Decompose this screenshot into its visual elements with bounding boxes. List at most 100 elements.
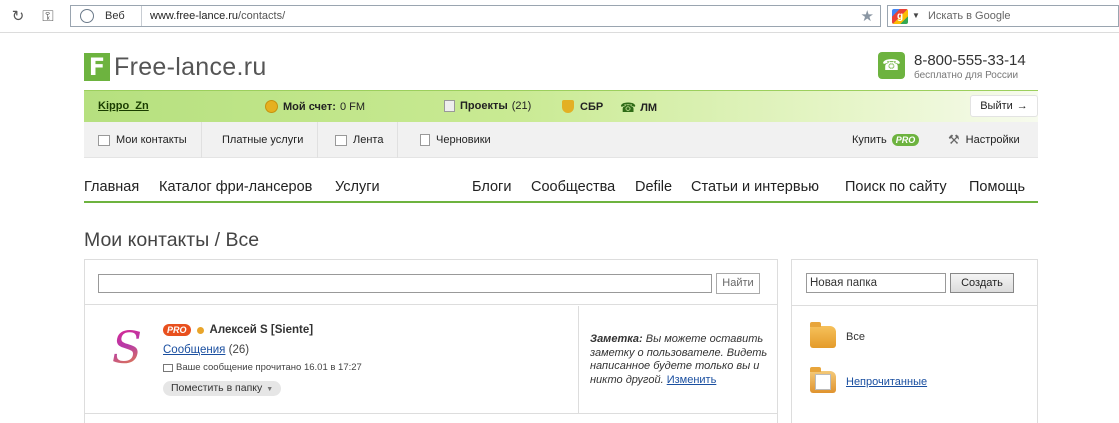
- nav-communities[interactable]: Сообщества: [531, 179, 615, 195]
- user-bar: Kippo_Zn Мой счет: 0 FM Проекты (21) СБР…: [84, 90, 1038, 122]
- url-text[interactable]: www.free-lance.ru/contacts/: [150, 10, 285, 22]
- logo-text: Free-lance.ru: [114, 52, 267, 81]
- shield-icon: [562, 100, 574, 113]
- pro-badge: PRO: [891, 134, 920, 146]
- tab-my-contacts-label: Мои контакты: [116, 134, 187, 146]
- create-folder-button[interactable]: Создать: [950, 273, 1014, 293]
- nav-services[interactable]: Услуги: [335, 179, 380, 195]
- move-to-folder-label: Поместить в папку: [171, 382, 263, 394]
- move-to-folder-dropdown[interactable]: Поместить в папку ▼: [163, 381, 282, 396]
- projects-label: Проекты: [460, 100, 508, 112]
- tab-drafts-label: Черновики: [436, 134, 491, 146]
- address-bar[interactable]: Веб www.free-lance.ru/contacts/ ★: [70, 5, 881, 27]
- lm-link[interactable]: ☎ ЛМ: [620, 100, 661, 116]
- running-man-icon: →: [1016, 100, 1028, 112]
- lm-phone-icon: ☎: [620, 100, 637, 115]
- phone-number: 8-800-555-33-14: [914, 52, 1026, 69]
- projects-link[interactable]: Проекты (21): [444, 100, 531, 112]
- tab-paid-services-label: Платные услуги: [222, 134, 304, 146]
- contact-messages: Сообщения (26): [163, 344, 249, 356]
- key-icon[interactable]: ⚿: [38, 6, 58, 26]
- folder-all-label: Все: [846, 331, 865, 343]
- note-label: Заметка:: [590, 333, 643, 345]
- address-separator: [141, 6, 142, 26]
- contacts-search-input[interactable]: [98, 274, 712, 293]
- tab-paid-services[interactable]: Платные услуги: [208, 122, 319, 158]
- mode-label: Веб: [105, 10, 125, 22]
- buy-pro-link[interactable]: Купить PRO: [838, 122, 933, 158]
- bookmark-star-icon[interactable]: ★: [861, 7, 874, 25]
- reload-icon[interactable]: ↻: [8, 6, 28, 26]
- contact-name[interactable]: Алексей S [Siente]: [210, 324, 314, 336]
- coin-icon: [265, 100, 278, 113]
- tab-drafts[interactable]: Черновики: [406, 122, 505, 158]
- online-status-icon: [196, 326, 204, 334]
- pro-badge: PRO: [163, 324, 191, 336]
- contact-row: S PRO Алексей S [Siente] Сообщения (26) …: [85, 306, 777, 414]
- nav-site-search[interactable]: Поиск по сайту: [845, 179, 947, 195]
- nav-blogs[interactable]: Блоги: [472, 179, 511, 195]
- avatar[interactable]: S: [107, 324, 147, 374]
- buy-label: Купить: [852, 134, 887, 146]
- page-title: Мои контакты / Все: [84, 229, 260, 251]
- logout-label: Выйти: [980, 100, 1013, 112]
- nav-help[interactable]: Помощь: [969, 179, 1025, 195]
- user-toolbar: Мои контакты Платные услуги Лента Чернов…: [84, 122, 1038, 158]
- find-button[interactable]: Найти: [716, 273, 760, 294]
- read-status-text: Ваше сообщение прочитано 16.01 в 17:27: [176, 362, 362, 373]
- sbr-label: СБР: [580, 100, 604, 113]
- folder-unread[interactable]: Непрочитанные: [810, 367, 928, 393]
- new-folder-input[interactable]: Новая папка: [806, 273, 946, 293]
- logout-button[interactable]: Выйти →: [970, 95, 1038, 117]
- account-label: Мой счет:: [283, 100, 336, 113]
- projects-icon: [444, 100, 455, 112]
- lm-label: ЛМ: [640, 102, 658, 114]
- chevron-down-icon: ▼: [266, 386, 274, 393]
- url-path: /contacts/: [238, 10, 286, 22]
- folder-document-icon: [810, 367, 836, 393]
- globe-icon: [80, 9, 94, 23]
- nav-defile[interactable]: Defile: [635, 179, 672, 195]
- support-phone: ☎ 8-800-555-33-14 бесплатно для России: [878, 52, 1038, 82]
- contact-note: Заметка: Вы можете оставить заметку о по…: [590, 333, 768, 387]
- nav-freelancers-catalog[interactable]: Каталог фри-лансеров: [159, 179, 312, 195]
- account-link[interactable]: Мой счет: 0 FM: [265, 100, 365, 113]
- sbr-link[interactable]: СБР: [562, 100, 607, 113]
- note-divider: [578, 306, 579, 414]
- contacts-panel: Найти S PRO Алексей S [Siente] Сообщения…: [84, 259, 778, 423]
- settings-label: Настройки: [965, 134, 1020, 146]
- folders-divider: [792, 305, 1037, 306]
- google-icon[interactable]: g: [892, 9, 908, 24]
- projects-count: (21): [511, 100, 532, 112]
- envelope-icon: [98, 134, 110, 146]
- account-value: 0 FM: [339, 100, 366, 113]
- messages-link[interactable]: Сообщения: [163, 344, 225, 356]
- contacts-search-row: Найти: [85, 260, 777, 305]
- folder-unread-label: Непрочитанные: [846, 376, 928, 388]
- tab-my-contacts[interactable]: Мои контакты: [84, 122, 202, 158]
- search-placeholder: Искать в Google: [928, 10, 1011, 22]
- envelope-icon: [163, 363, 173, 372]
- username-link[interactable]: Kippo_Zn: [98, 100, 149, 112]
- google-search-box[interactable]: g ▼ Искать в Google: [887, 5, 1119, 27]
- nav-home[interactable]: Главная: [84, 179, 139, 195]
- document-icon: [420, 134, 430, 146]
- tools-icon: ⚒: [948, 132, 960, 147]
- browser-toolbar: ↻ ⚿ Веб www.free-lance.ru/contacts/ ★ g …: [0, 0, 1119, 33]
- nav-articles[interactable]: Статьи и интервью: [691, 179, 819, 195]
- contact-header: PRO Алексей S [Siente]: [163, 324, 313, 336]
- messages-count: (26): [228, 344, 250, 356]
- phone-note: бесплатно для России: [914, 70, 1019, 81]
- settings-link[interactable]: ⚒ Настройки: [934, 122, 1034, 158]
- main-navigation: Главная Каталог фри-лансеров Услуги Блог…: [84, 176, 1038, 203]
- chevron-down-icon[interactable]: ▼: [912, 11, 920, 20]
- folder-icon: [810, 322, 836, 348]
- note-edit-link[interactable]: Изменить: [667, 374, 717, 386]
- phone-icon: ☎: [878, 52, 905, 79]
- grid-icon: [335, 134, 347, 146]
- folder-all[interactable]: Все: [810, 322, 865, 348]
- folders-panel: Новая папка Создать Все Непрочитанные: [791, 259, 1038, 423]
- tab-feed[interactable]: Лента: [321, 122, 399, 158]
- site-logo[interactable]: F Free-lance.ru: [84, 52, 267, 82]
- url-host: www.free-lance.ru: [150, 10, 239, 22]
